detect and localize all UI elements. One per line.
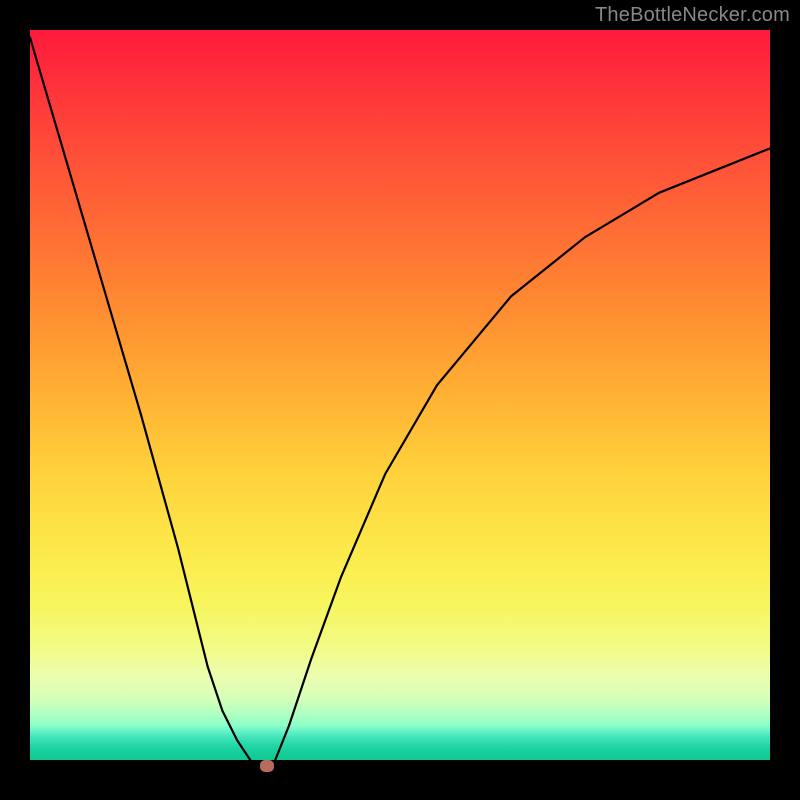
gradient-green-band bbox=[30, 732, 770, 760]
optimal-marker bbox=[260, 760, 274, 772]
gradient-main bbox=[30, 30, 770, 732]
plot-area bbox=[30, 30, 770, 770]
plot-frame bbox=[30, 30, 770, 770]
chart-stage: TheBottleNecker.com bbox=[0, 0, 800, 800]
watermark-text: TheBottleNecker.com bbox=[595, 4, 790, 27]
